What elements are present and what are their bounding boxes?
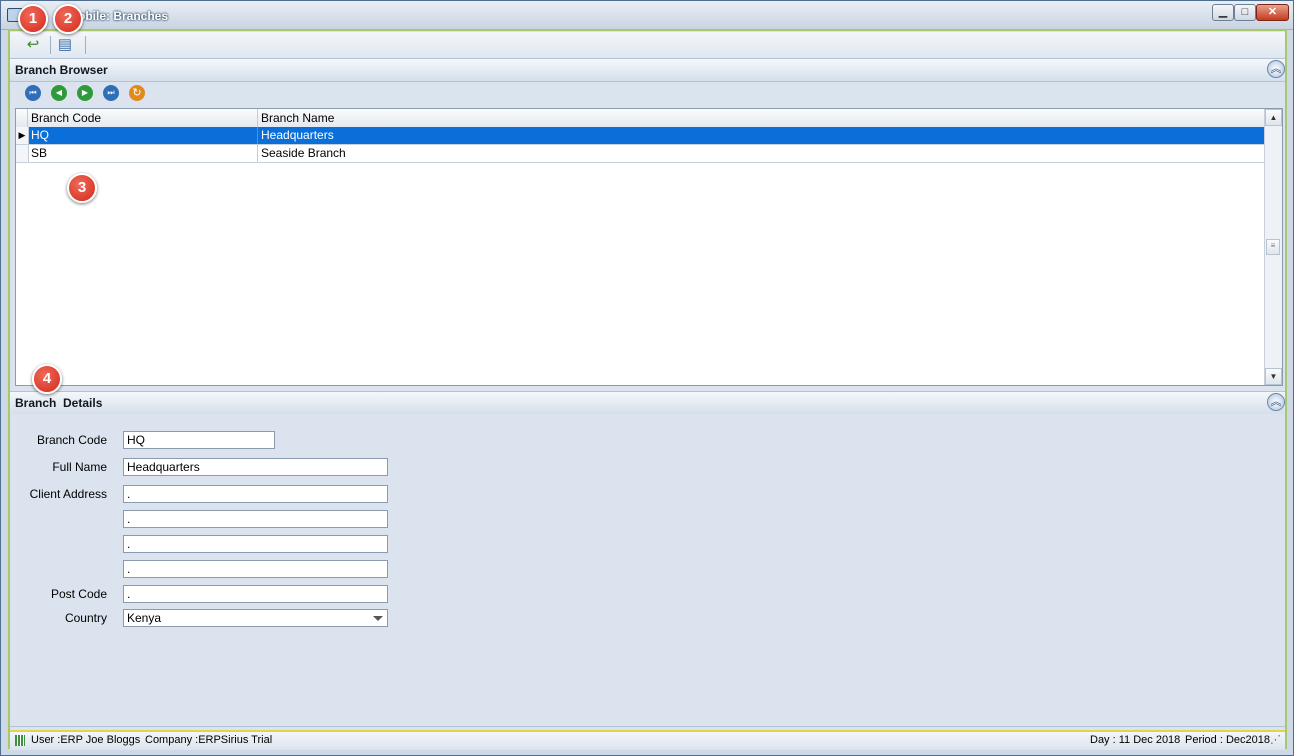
previous-record-icon[interactable]: ◀ xyxy=(51,85,67,101)
branch-browser-header[interactable]: Branch Browser ︽ xyxy=(10,58,1285,82)
annotation-badge-4: 4 xyxy=(32,364,62,394)
close-button[interactable]: ✕ xyxy=(1256,4,1289,21)
country-select[interactable]: Kenya xyxy=(123,609,388,627)
resize-grip-icon[interactable]: ⋰ xyxy=(1270,732,1281,748)
title-bar: +Mobile: Branches ▁ □ ✕ xyxy=(1,1,1293,30)
toolbar-separator xyxy=(50,36,51,54)
maximize-button[interactable]: □ xyxy=(1234,4,1256,21)
undo-arrow-icon[interactable]: ↩ xyxy=(22,35,44,55)
collapse-icon[interactable]: ︽ xyxy=(1267,393,1285,411)
status-bar: User :ERP Joe Bloggs Company :ERPSirius … xyxy=(10,730,1285,750)
table-row[interactable]: SB Seaside Branch xyxy=(16,145,1266,163)
post-code-label: Post Code xyxy=(50,587,107,601)
client-address-label: Client Address xyxy=(29,487,107,501)
branch-details-form: Branch Code HQ Full Name Headquarters Cl… xyxy=(10,414,1285,727)
last-record-icon[interactable]: ⏭ xyxy=(103,85,119,101)
new-document-icon[interactable]: ▤ xyxy=(54,35,76,55)
cell-branch-code[interactable]: HQ xyxy=(28,127,258,144)
annotation-badge-2: 2 xyxy=(53,4,83,34)
scroll-down-icon[interactable]: ▼ xyxy=(1265,368,1282,385)
country-value: Kenya xyxy=(127,611,162,625)
vertical-scrollbar[interactable]: ▲ ≡ ▼ xyxy=(1264,109,1282,385)
status-company: Company :ERPSirius Trial xyxy=(145,734,273,746)
annotation-badge-1: 1 xyxy=(18,4,48,34)
first-record-icon[interactable]: ⏮ xyxy=(25,85,41,101)
annotation-badge-3: 3 xyxy=(67,173,97,203)
post-code-field[interactable]: . xyxy=(123,585,388,603)
branches-window: +Mobile: Branches ▁ □ ✕ ↩ ▤ Branch Brows… xyxy=(0,0,1294,756)
toolbar-separator xyxy=(85,36,86,54)
address-line-4-field[interactable]: . xyxy=(123,560,388,578)
minimize-button[interactable]: ▁ xyxy=(1212,4,1234,21)
next-record-icon[interactable]: ▶ xyxy=(77,85,93,101)
cell-branch-name[interactable]: Headquarters xyxy=(258,127,1266,144)
status-period: Period : Dec2018 xyxy=(1185,734,1270,746)
status-icon xyxy=(15,735,25,746)
branch-code-label: Branch Code xyxy=(36,433,107,447)
cell-branch-name[interactable]: Seaside Branch xyxy=(258,145,1266,162)
row-indicator-header xyxy=(16,109,28,127)
status-day: Day : 11 Dec 2018 xyxy=(1090,734,1181,746)
table-row[interactable]: ▶ HQ Headquarters xyxy=(16,127,1266,145)
refresh-icon[interactable]: ↻ xyxy=(129,85,145,101)
scroll-up-icon[interactable]: ▲ xyxy=(1265,109,1282,126)
chevron-down-icon[interactable] xyxy=(373,616,383,621)
branch-details-title: Branch Details xyxy=(15,396,103,410)
record-navigator: ⏮ ◀ ▶ ⏭ ↻ xyxy=(10,82,1285,106)
branch-details-header[interactable]: Branch Details ︽ xyxy=(10,391,1285,415)
full-name-field[interactable]: Headquarters xyxy=(123,458,388,476)
column-header-branch-code[interactable]: Branch Code xyxy=(28,109,258,127)
column-header-branch-name[interactable]: Branch Name xyxy=(258,109,1266,127)
branch-code-field[interactable]: HQ xyxy=(123,431,275,449)
address-line-3-field[interactable]: . xyxy=(123,535,388,553)
address-line-2-field[interactable]: . xyxy=(123,510,388,528)
branch-grid: Branch Code Branch Name ▶ HQ Headquarter… xyxy=(15,108,1283,386)
grid-header: Branch Code Branch Name xyxy=(16,109,1266,128)
toolbar: ↩ ▤ xyxy=(10,32,1285,59)
scroll-thumb[interactable]: ≡ xyxy=(1266,239,1280,255)
address-line-1-field[interactable]: . xyxy=(123,485,388,503)
branch-browser-title: Branch Browser xyxy=(15,63,108,77)
full-name-label: Full Name xyxy=(52,460,107,474)
country-label: Country xyxy=(64,611,107,625)
collapse-icon[interactable]: ︽ xyxy=(1267,60,1285,78)
status-user: User :ERP Joe Bloggs xyxy=(31,734,141,746)
cell-branch-code[interactable]: SB xyxy=(28,145,258,162)
